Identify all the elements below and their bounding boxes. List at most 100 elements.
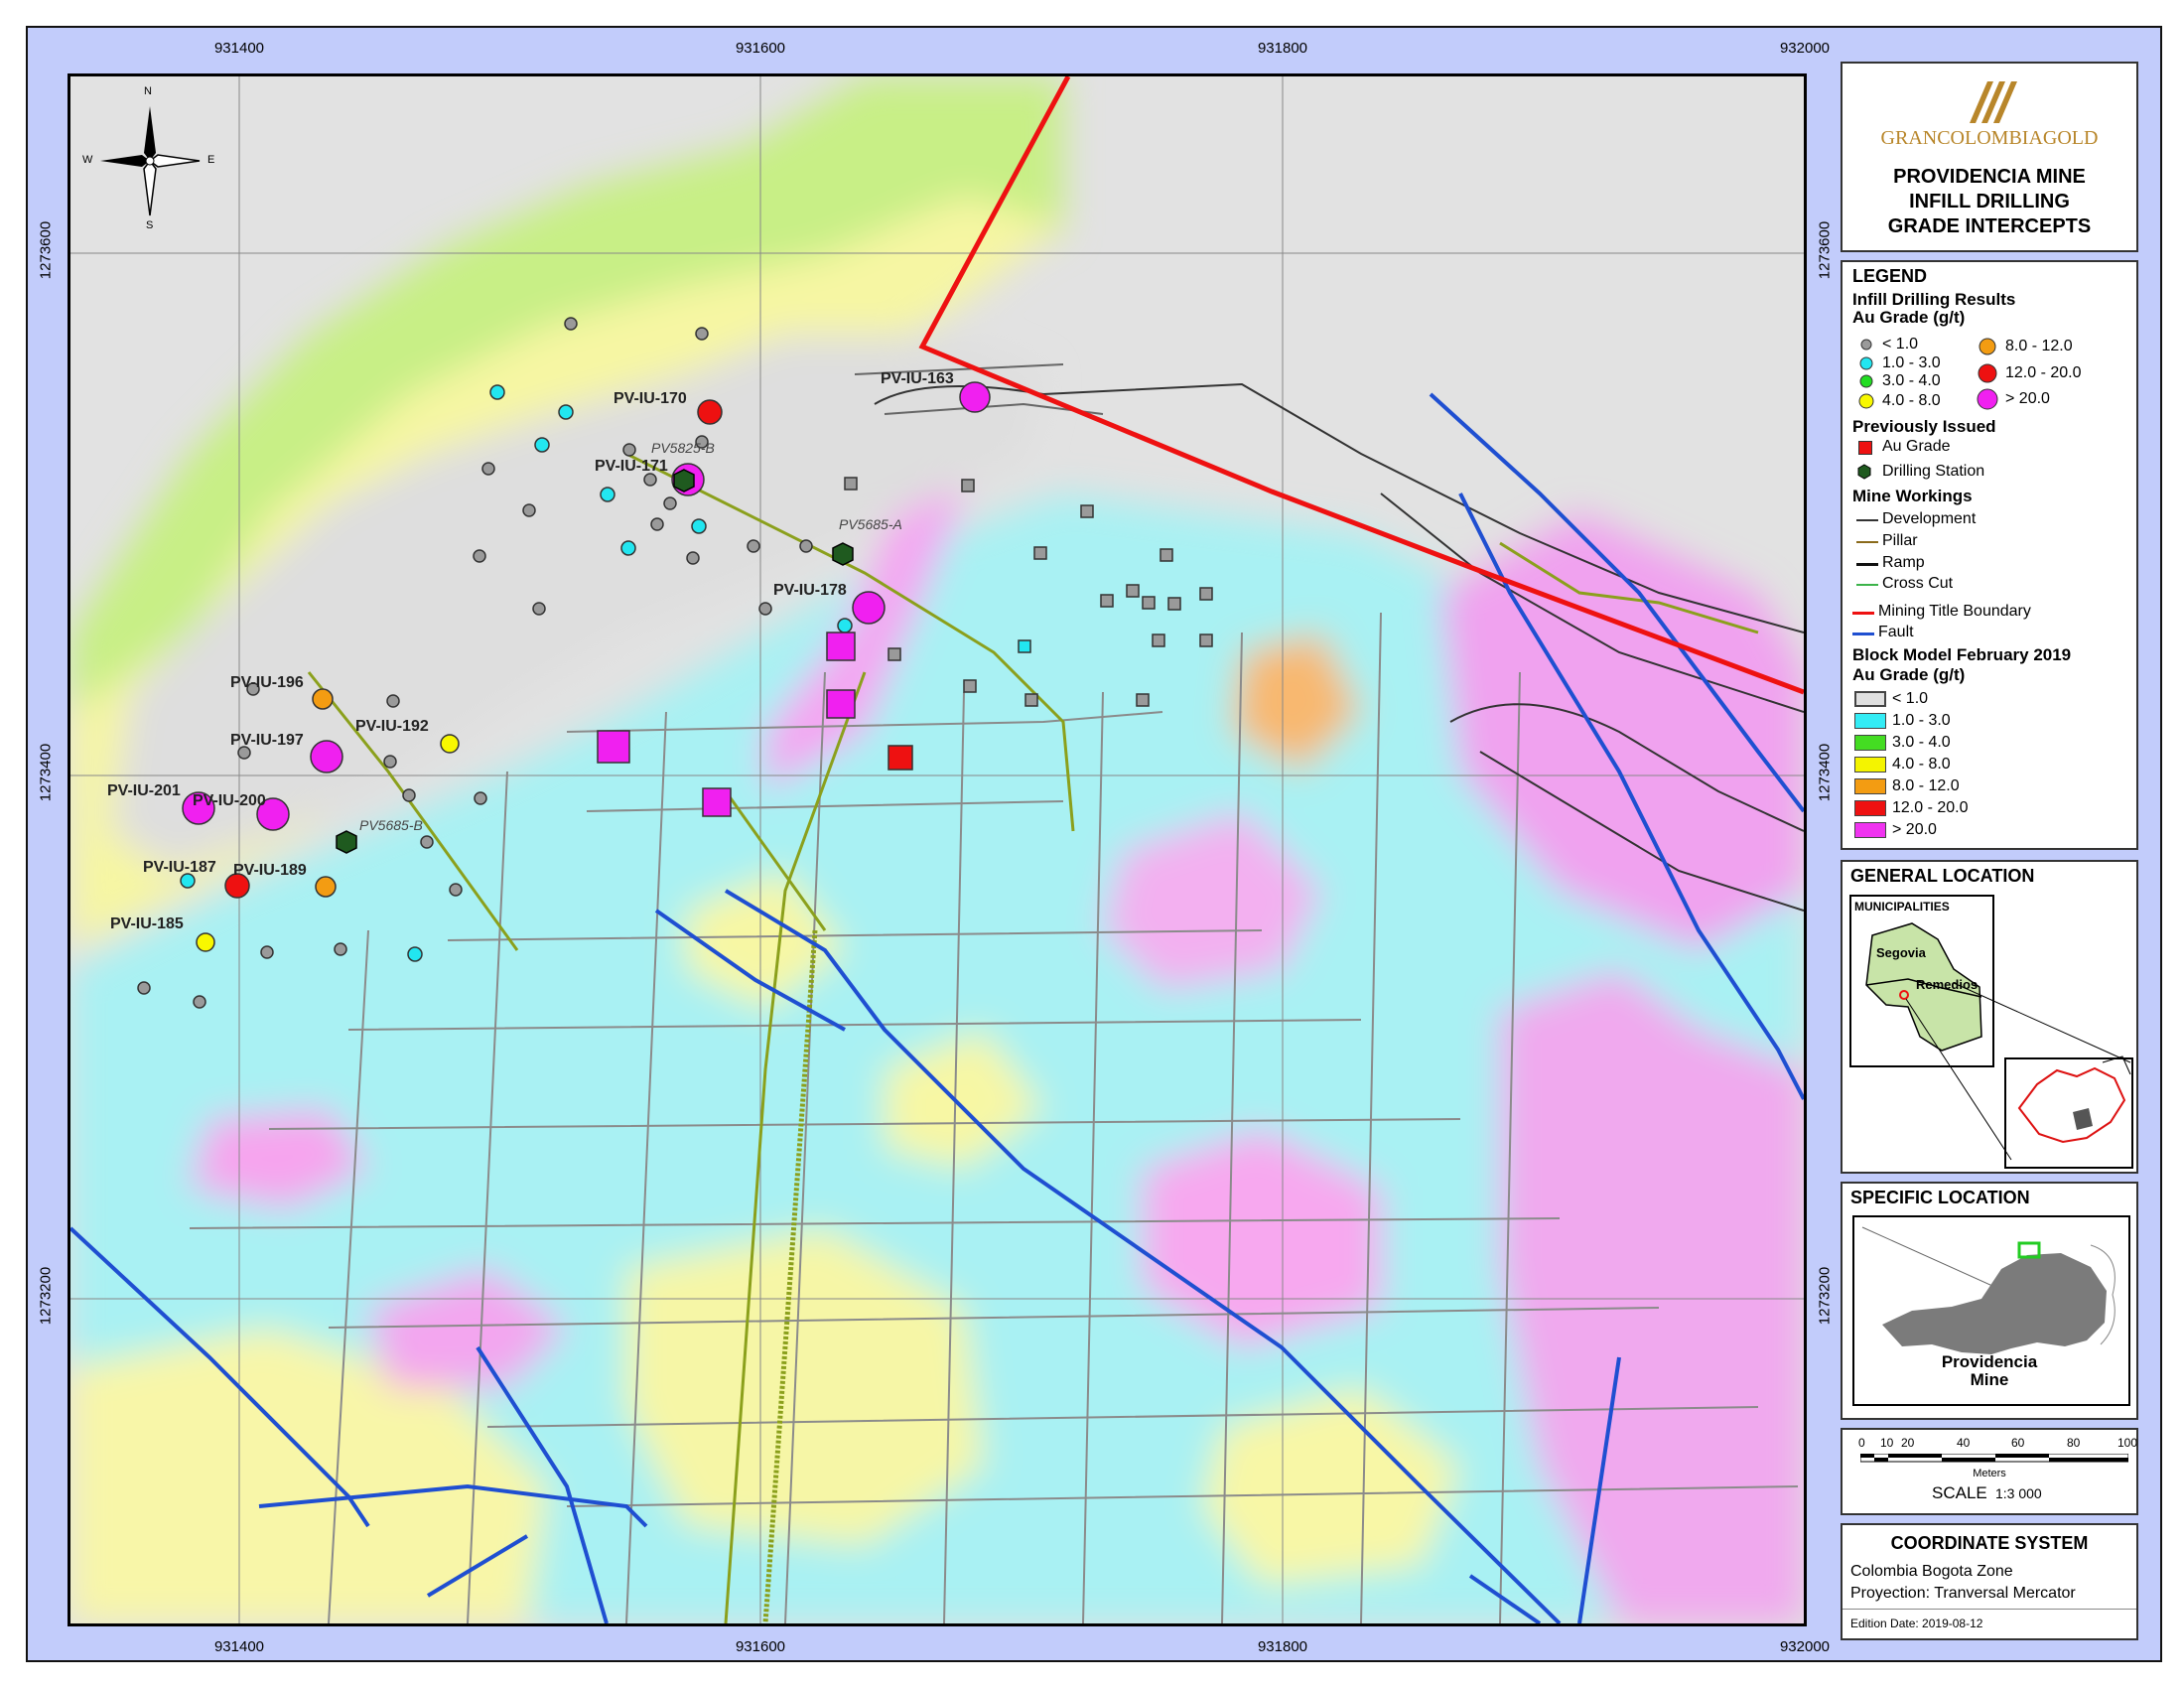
previously-issued-heading: Previously Issued bbox=[1852, 417, 1996, 436]
fault-label: Fault bbox=[1878, 624, 1914, 640]
west-label: W bbox=[82, 154, 93, 166]
x-tick-top: 931400 bbox=[213, 40, 265, 57]
infill-grade-label: < 1.0 bbox=[1882, 336, 1919, 352]
x-tick-top: 932000 bbox=[1779, 40, 1831, 57]
mine-workings-heading: Mine Workings bbox=[1852, 487, 1973, 505]
title-line: PROVIDENCIA MINE bbox=[1893, 166, 2086, 188]
drillhole-label: PV-IU-201 bbox=[107, 782, 181, 799]
drillhole-label: PV-IU-189 bbox=[233, 862, 307, 879]
block-grade-label: 12.0 - 20.0 bbox=[1892, 799, 1969, 816]
drillhole-label: PV-IU-170 bbox=[614, 390, 687, 407]
infill-grade-label: 4.0 - 8.0 bbox=[1882, 392, 1941, 409]
segovia-label: Segovia bbox=[1876, 945, 1926, 960]
scale-ratio: 1:3 000 bbox=[1995, 1485, 2042, 1501]
edition-date: Edition Date: 2019-08-12 bbox=[1850, 1617, 1983, 1630]
infill-grade-label: 8.0 - 12.0 bbox=[2005, 338, 2073, 354]
east-label: E bbox=[207, 154, 215, 166]
y-tick-right: 1273200 bbox=[1816, 1266, 1834, 1326]
specific-location-panel: SPECIFIC LOCATION Providencia Mine bbox=[1841, 1182, 2138, 1420]
prev-issued-label: Drilling Station bbox=[1882, 463, 1985, 480]
infill-grade-label: > 20.0 bbox=[2005, 390, 2050, 407]
block-grade-label: < 1.0 bbox=[1892, 690, 1929, 707]
prev-issued-label: Au Grade bbox=[1882, 438, 1951, 455]
y-tick-right: 1273600 bbox=[1816, 220, 1834, 280]
coordinate-projection: Proyection: Tranversal Mercator bbox=[1850, 1585, 2076, 1602]
au-grade-square-icon bbox=[1858, 441, 1872, 455]
scale-panel: 0 10 20 40 60 80 100 Meters SCALE 1:3 00… bbox=[1841, 1428, 2138, 1515]
drillhole-label: PV-IU-178 bbox=[773, 582, 847, 599]
specific-location-heading: SPECIFIC LOCATION bbox=[1850, 1188, 2030, 1207]
drillhole-label: PV-IU-197 bbox=[230, 732, 304, 749]
infill-grade-symbols bbox=[1858, 339, 1874, 409]
cross-cut-line-icon bbox=[1856, 584, 1878, 586]
drilling-station-icon bbox=[1857, 464, 1871, 480]
boundary-line-icon bbox=[1852, 612, 1874, 615]
drilling-station-label: PV5825-B bbox=[651, 440, 715, 456]
scale-tick: 10 bbox=[1880, 1436, 1894, 1450]
drilling-station-label: PV5685-A bbox=[839, 516, 902, 532]
ramp-line-icon bbox=[1856, 563, 1878, 566]
coordinate-system-panel: COORDINATE SYSTEM Colombia Bogota Zone P… bbox=[1841, 1523, 2138, 1640]
x-tick-top: 931600 bbox=[735, 40, 786, 57]
block-grade-label: > 20.0 bbox=[1892, 821, 1937, 838]
drillhole-label: PV-IU-196 bbox=[230, 674, 304, 691]
block-swatch bbox=[1854, 735, 1886, 751]
providencia-label: Providencia bbox=[1941, 1352, 2038, 1371]
development-line-icon bbox=[1856, 519, 1878, 521]
legend-panel: LEGEND Infill Drilling Results Au Grade … bbox=[1841, 260, 2138, 850]
block-swatch bbox=[1854, 757, 1886, 773]
boundary-label: Mining Title Boundary bbox=[1878, 603, 2031, 620]
map-canvas[interactable]: N S E W PV-IU-170 PV-IU-163 PV-IU-171 PV… bbox=[68, 73, 1807, 1626]
scale-tick: 60 bbox=[2011, 1436, 2025, 1450]
drillhole-label: PV-IU-163 bbox=[881, 370, 954, 387]
general-location-panel: GENERAL LOCATION MUNICIPALITIES Segovia … bbox=[1841, 860, 2138, 1174]
scale-tick: 100 bbox=[2117, 1436, 2138, 1450]
x-tick-top: 931800 bbox=[1257, 40, 1308, 57]
south-label: S bbox=[146, 219, 154, 231]
pillar-line-icon bbox=[1856, 541, 1878, 543]
block-swatch bbox=[1854, 822, 1886, 838]
drilling-station-label: PV5685-B bbox=[359, 817, 423, 833]
title-line: GRADE INTERCEPTS bbox=[1887, 215, 2092, 237]
y-tick-right: 1273400 bbox=[1816, 743, 1834, 802]
infill-grade-symbols-high bbox=[1977, 338, 1998, 410]
drillhole-label: PV-IU-171 bbox=[595, 458, 668, 475]
drillhole-label: PV-IU-187 bbox=[143, 859, 216, 876]
block-swatch bbox=[1854, 713, 1886, 729]
scale-tick: 20 bbox=[1901, 1436, 1915, 1450]
fault-line-icon bbox=[1852, 633, 1874, 635]
block-grade-label: 4.0 - 8.0 bbox=[1892, 756, 1951, 773]
infill-grade-label: 1.0 - 3.0 bbox=[1882, 354, 1941, 371]
infill-grade-label: 12.0 - 20.0 bbox=[2005, 364, 2082, 381]
x-tick-bottom: 931600 bbox=[735, 1638, 786, 1655]
infill-grade-label: 3.0 - 4.0 bbox=[1882, 372, 1941, 389]
general-location-heading: GENERAL LOCATION bbox=[1850, 866, 2035, 886]
block-grade-label: 8.0 - 12.0 bbox=[1892, 777, 1960, 794]
block-grade-label: 3.0 - 4.0 bbox=[1892, 734, 1951, 751]
y-tick-left: 1273600 bbox=[37, 220, 55, 280]
map-title: PROVIDENCIA MINE INFILL DRILLING GRADE I… bbox=[1843, 165, 2136, 239]
block-swatch bbox=[1854, 778, 1886, 794]
scale-tick: 40 bbox=[1957, 1436, 1971, 1450]
coordinate-system-heading: COORDINATE SYSTEM bbox=[1890, 1533, 2089, 1553]
workings-label: Ramp bbox=[1882, 554, 1925, 571]
x-tick-bottom: 932000 bbox=[1779, 1638, 1831, 1655]
block-model-map bbox=[70, 76, 1804, 1623]
legend-heading: LEGEND bbox=[1852, 266, 1928, 286]
block-grade-label: 1.0 - 3.0 bbox=[1892, 712, 1951, 729]
workings-label: Pillar bbox=[1882, 532, 1918, 549]
title-panel: GRANCOLOMBIAGOLD PROVIDENCIA MINE INFILL… bbox=[1841, 62, 2138, 252]
scale-tick: 80 bbox=[2067, 1436, 2081, 1450]
block-model-heading: Block Model February 2019 bbox=[1852, 645, 2072, 664]
x-tick-bottom: 931400 bbox=[213, 1638, 265, 1655]
title-line: INFILL DRILLING bbox=[1909, 191, 2070, 212]
infill-heading: Infill Drilling Results bbox=[1852, 290, 2016, 309]
scale-unit: Meters bbox=[1973, 1468, 2006, 1479]
y-tick-left: 1273400 bbox=[37, 743, 55, 802]
north-label: N bbox=[144, 85, 152, 97]
y-tick-left: 1273200 bbox=[37, 1266, 55, 1326]
mine-label: Mine bbox=[1970, 1370, 2009, 1389]
workings-label: Cross Cut bbox=[1882, 575, 1954, 592]
block-model-au-heading: Au Grade (g/t) bbox=[1852, 665, 1966, 684]
drillhole-label: PV-IU-192 bbox=[355, 718, 429, 735]
